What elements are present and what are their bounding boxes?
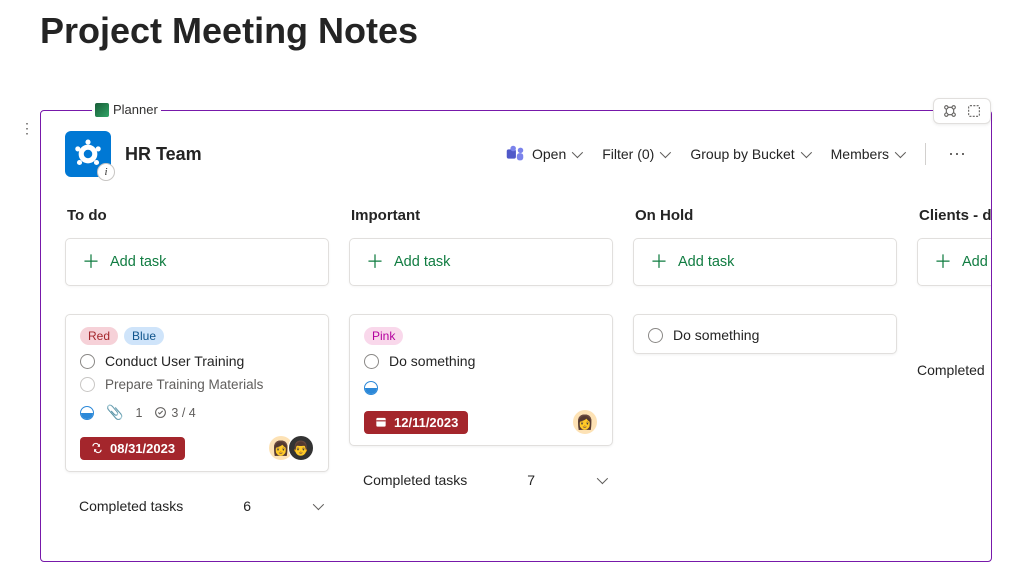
divider [925, 143, 926, 165]
bucket-clients: Clients - do ＋ Add Completed [917, 201, 991, 514]
bucket-title[interactable]: On Hold [635, 207, 897, 224]
add-task-button[interactable]: ＋ Add [917, 238, 991, 286]
plan-name: HR Team [125, 144, 202, 165]
task-footer: 08/31/2023 👩 👨 [80, 435, 314, 461]
open-in-teams-button[interactable]: Open [504, 143, 580, 165]
bucket-todo: To do ＋ Add task Red Blue Conduct User T… [65, 201, 329, 514]
completed-tasks-toggle[interactable]: Completed tasks 6 [65, 498, 329, 514]
plus-icon: ＋ [82, 253, 100, 271]
add-task-label: Add [962, 254, 988, 270]
expand-icon[interactable] [966, 103, 982, 119]
complete-circle-icon[interactable] [364, 354, 379, 369]
due-date: 08/31/2023 [110, 441, 175, 456]
task-title-row[interactable]: Do something [648, 327, 882, 343]
add-task-label: Add task [394, 254, 450, 270]
task-footer: 12/11/2023 👩 [364, 409, 598, 435]
bucket-on-hold: On Hold ＋ Add task Do something [633, 201, 897, 514]
completed-tasks-toggle[interactable]: Completed tasks 7 [349, 472, 613, 488]
task-title: Do something [389, 353, 475, 369]
task-title: Conduct User Training [105, 353, 244, 369]
tag-row: Pink [364, 327, 598, 345]
bucket-title[interactable]: To do [67, 207, 329, 224]
page-title: Project Meeting Notes [40, 10, 1033, 52]
plan-toolbar: Open Filter (0) Group by Bucket Members … [504, 143, 967, 165]
due-date: 12/11/2023 [394, 415, 458, 430]
subtask-row[interactable]: Prepare Training Materials [80, 377, 314, 392]
checklist-count: 3 / 4 [154, 406, 195, 420]
task-card[interactable]: Do something [633, 314, 897, 354]
group-label: Group by Bucket [690, 146, 794, 162]
attachment-count: 1 [135, 406, 142, 420]
assignees[interactable]: 👩 [578, 409, 598, 435]
bucket-important: Important ＋ Add task Pink Do something [349, 201, 613, 514]
teams-icon [504, 143, 526, 165]
task-card[interactable]: Pink Do something 12/11/2023 👩 [349, 314, 613, 446]
members-label: Members [831, 146, 889, 162]
add-task-label: Add task [678, 254, 734, 270]
group-by-button[interactable]: Group by Bucket [690, 146, 808, 162]
progress-icon [80, 406, 94, 420]
add-task-label: Add task [110, 254, 166, 270]
complete-circle-icon[interactable] [80, 354, 95, 369]
board: To do ＋ Add task Red Blue Conduct User T… [41, 191, 991, 514]
drag-handle-icon[interactable]: ⋮⋮ [20, 120, 30, 137]
planner-icon [95, 103, 109, 117]
chevron-down-icon [895, 147, 906, 158]
assignees[interactable]: 👩 👨 [274, 435, 314, 461]
plus-icon: ＋ [934, 253, 952, 271]
subtask-title: Prepare Training Materials [105, 377, 263, 392]
add-task-button[interactable]: ＋ Add task [65, 238, 329, 286]
chevron-down-icon [800, 147, 811, 158]
planner-tab-text: Planner [113, 102, 158, 117]
chevron-down-icon [572, 147, 583, 158]
plus-icon: ＋ [650, 253, 668, 271]
planner-tab-label: Planner [92, 102, 161, 117]
task-title-row[interactable]: Conduct User Training [80, 353, 314, 369]
calendar-icon [374, 415, 388, 429]
task-meta: 📎 1 3 / 4 [80, 404, 314, 421]
complete-circle-icon[interactable] [648, 328, 663, 343]
task-title: Do something [673, 327, 759, 343]
due-date-badge[interactable]: 08/31/2023 [80, 437, 185, 460]
tag-red[interactable]: Red [80, 327, 118, 345]
more-button[interactable]: ⋯ [948, 144, 967, 165]
open-label: Open [532, 146, 566, 162]
add-task-button[interactable]: ＋ Add task [349, 238, 613, 286]
completed-count: 7 [527, 472, 535, 488]
command-icon[interactable] [942, 103, 958, 119]
add-task-button[interactable]: ＋ Add task [633, 238, 897, 286]
chevron-down-icon [313, 499, 324, 510]
avatar: 👩 [572, 409, 598, 435]
page-tools [933, 98, 991, 124]
chevron-down-icon [660, 147, 671, 158]
planner-embed: i HR Team Open Filter (0) Group by Bucke… [40, 110, 992, 562]
repeat-icon [90, 441, 104, 455]
completed-label: Completed tasks [79, 498, 183, 514]
due-date-badge[interactable]: 12/11/2023 [364, 411, 468, 434]
tag-blue[interactable]: Blue [124, 327, 164, 345]
bucket-title[interactable]: Important [351, 207, 613, 224]
completed-count: 6 [243, 498, 251, 514]
bucket-title[interactable]: Clients - do [919, 207, 991, 224]
completed-label[interactable]: Completed [917, 362, 991, 378]
task-card[interactable]: Red Blue Conduct User Training Prepare T… [65, 314, 329, 472]
members-button[interactable]: Members [831, 146, 903, 162]
info-icon[interactable]: i [97, 163, 115, 181]
plan-logo[interactable]: i [65, 131, 111, 177]
progress-icon [364, 381, 378, 395]
filter-label: Filter (0) [602, 146, 654, 162]
chevron-down-icon [597, 473, 608, 484]
complete-circle-icon[interactable] [80, 377, 95, 392]
task-title-row[interactable]: Do something [364, 353, 598, 369]
tag-row: Red Blue [80, 327, 314, 345]
tag-pink[interactable]: Pink [364, 327, 403, 345]
plan-header: i HR Team Open Filter (0) Group by Bucke… [41, 111, 991, 191]
attachment-icon: 📎 [106, 404, 123, 421]
avatar: 👨 [288, 435, 314, 461]
filter-button[interactable]: Filter (0) [602, 146, 668, 162]
completed-label: Completed tasks [363, 472, 467, 488]
plus-icon: ＋ [366, 253, 384, 271]
task-meta [364, 381, 598, 395]
